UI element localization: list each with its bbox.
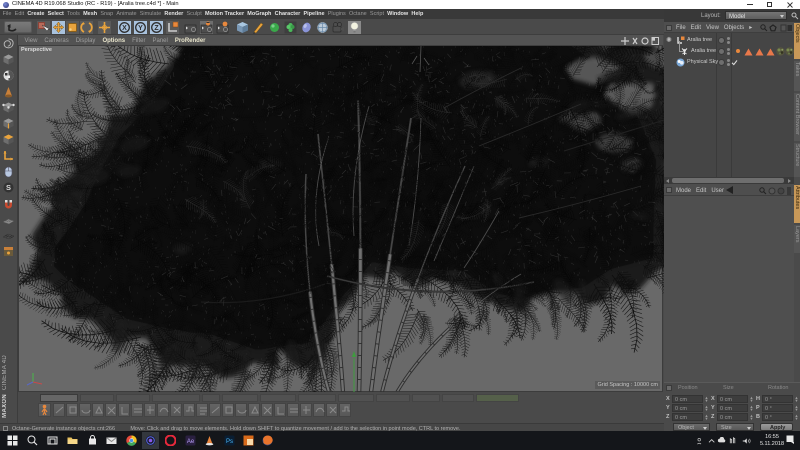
- svg-text:Ps: Ps: [226, 439, 233, 445]
- svg-text:Z: Z: [154, 25, 159, 32]
- svg-text:S: S: [6, 183, 11, 192]
- svg-text:Y: Y: [138, 25, 143, 32]
- svg-text:Ae: Ae: [187, 439, 195, 445]
- svg-text:X: X: [122, 25, 127, 32]
